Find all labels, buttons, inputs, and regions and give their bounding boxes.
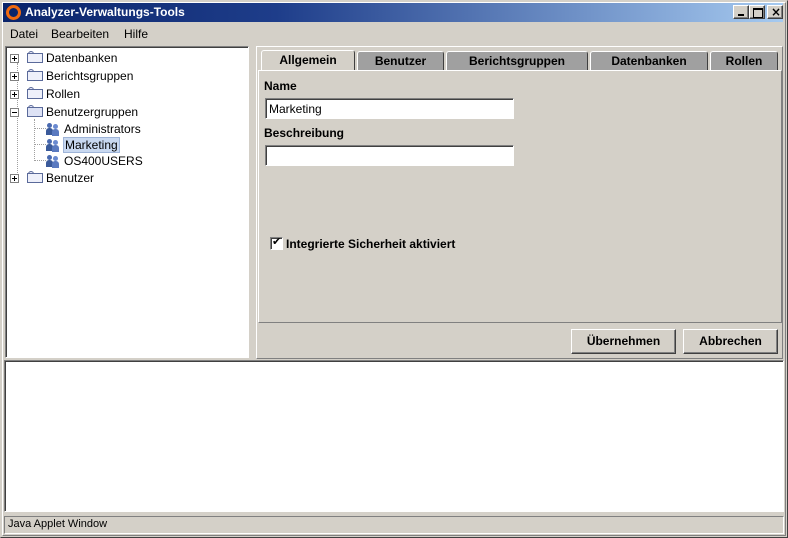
tree-item-label: Berichtsgruppen — [46, 69, 134, 83]
app-ring-icon — [6, 5, 21, 20]
tree-item-label: OS400USERS — [64, 154, 143, 168]
menu-datei[interactable]: Datei — [10, 27, 38, 41]
tree-line — [34, 160, 46, 161]
output-log-area[interactable] — [4, 360, 784, 512]
close-button[interactable]: × — [767, 5, 783, 19]
tree-item-label-selected: Marketing — [63, 137, 120, 153]
integrated-security-checkbox[interactable]: ✔ — [270, 235, 283, 250]
expand-icon[interactable] — [10, 54, 19, 63]
tree-item-marketing[interactable]: Marketing — [46, 137, 206, 153]
minimize-button[interactable] — [733, 5, 749, 19]
tab-content-allgemein: Name Beschreibung ✔ Integrierte Sicherhe… — [258, 70, 782, 323]
folder-icon — [27, 171, 43, 183]
user-group-icon — [46, 154, 60, 168]
tree-item-berichtsgruppen[interactable]: Berichtsgruppen — [9, 68, 209, 84]
folder-icon — [27, 51, 43, 63]
properties-panel: Allgemein Benutzer Berichtsgruppen Daten… — [256, 46, 783, 359]
tree-item-label: Benutzergruppen — [46, 105, 139, 119]
open-folder-icon — [27, 105, 43, 117]
tree-item-datenbanken[interactable]: Datenbanken — [9, 50, 209, 66]
name-input[interactable] — [265, 98, 514, 119]
integrated-security-label: Integrierte Sicherheit aktiviert — [286, 237, 456, 251]
tree-item-benutzer[interactable]: Benutzer — [9, 170, 209, 186]
expand-icon[interactable] — [10, 174, 19, 183]
user-group-icon — [46, 122, 60, 136]
title-bar[interactable]: Analyzer-Verwaltungs-Tools × — [3, 3, 783, 22]
tree-item-label: Datenbanken — [46, 51, 118, 65]
window-title: Analyzer-Verwaltungs-Tools — [25, 5, 185, 19]
menu-bar: Datei Bearbeiten Hilfe — [3, 24, 783, 44]
expand-icon[interactable] — [10, 72, 19, 81]
tree-line — [34, 119, 35, 159]
collapse-icon[interactable] — [10, 108, 19, 117]
menu-bearbeiten[interactable]: Bearbeiten — [51, 27, 109, 41]
cancel-button[interactable]: Abbrechen — [683, 329, 778, 354]
tree-item-rollen[interactable]: Rollen — [9, 86, 209, 102]
expand-icon[interactable] — [10, 90, 19, 99]
user-group-icon — [46, 138, 60, 152]
menu-hilfe[interactable]: Hilfe — [124, 27, 148, 41]
tree-item-label: Rollen — [46, 87, 81, 101]
tree-item-benutzergruppen[interactable]: Benutzergruppen — [9, 104, 209, 120]
folder-icon — [27, 87, 43, 99]
tree-line — [34, 128, 46, 129]
checkmark-icon: ✔ — [272, 235, 282, 248]
tree-item-label: Benutzer — [46, 171, 95, 185]
tab-benutzer[interactable]: Benutzer — [357, 51, 444, 70]
apply-button[interactable]: Übernehmen — [571, 329, 676, 354]
tab-berichtsgruppen[interactable]: Berichtsgruppen — [446, 51, 588, 70]
name-label: Name — [264, 79, 297, 93]
status-text: Java Applet Window — [8, 518, 108, 530]
description-input[interactable] — [265, 145, 514, 166]
tab-datenbanken[interactable]: Datenbanken — [590, 51, 708, 70]
folder-icon — [27, 69, 43, 81]
tree-item-os400users[interactable]: OS400USERS — [46, 153, 206, 169]
navigation-tree[interactable]: Datenbanken Berichtsgruppen Rollen Benut… — [5, 46, 249, 358]
tab-allgemein[interactable]: Allgemein — [261, 50, 355, 71]
close-icon: × — [771, 5, 782, 19]
tab-rollen[interactable]: Rollen — [710, 51, 778, 70]
tree-item-administrators[interactable]: Administrators — [46, 121, 206, 137]
tree-item-label: Administrators — [64, 122, 141, 136]
description-label: Beschreibung — [264, 126, 345, 140]
button-bar: Übernehmen Abbrechen — [258, 324, 782, 357]
tree-line — [34, 144, 46, 145]
status-bar: Java Applet Window — [4, 516, 784, 534]
maximize-button[interactable] — [749, 5, 765, 19]
